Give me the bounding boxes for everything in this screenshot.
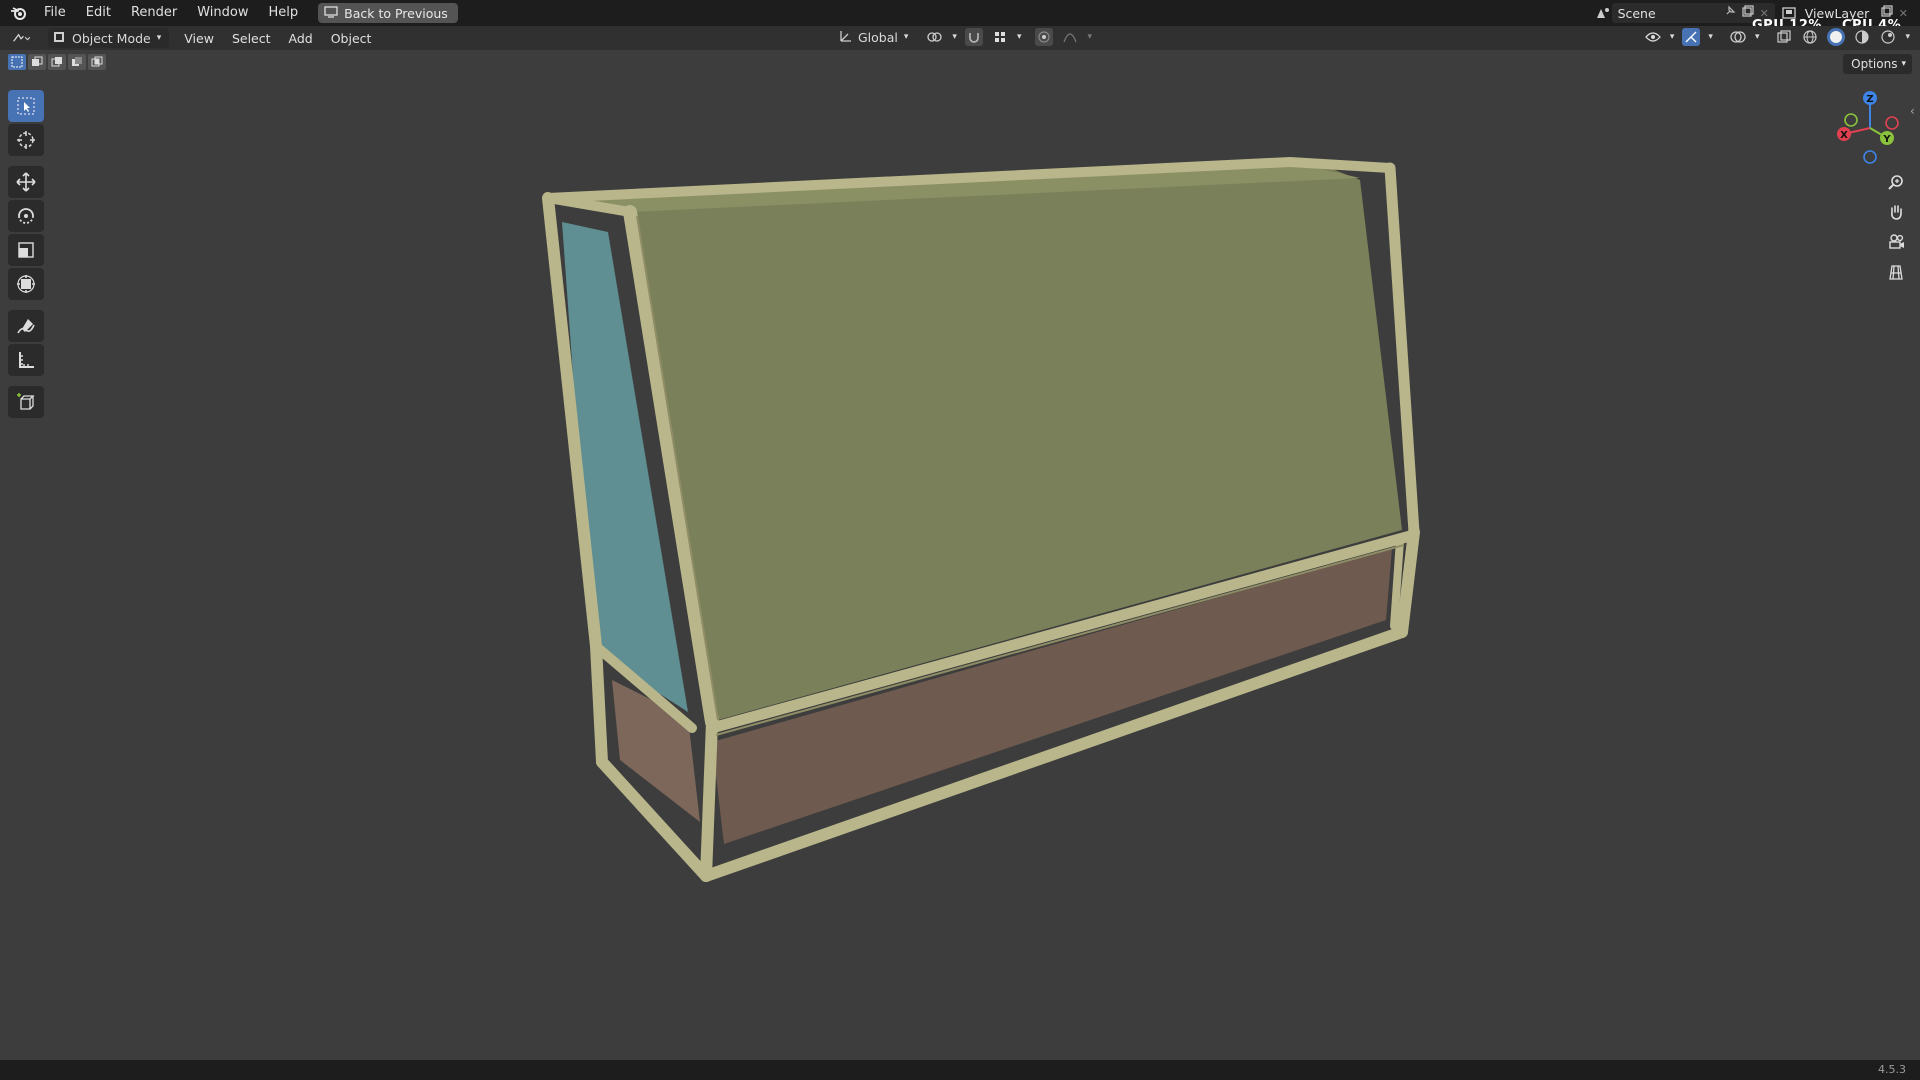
solid-shading-icon[interactable] [1827,28,1846,46]
y-axis-handle[interactable]: Y [1880,131,1894,145]
status-bar: 4.5.3 [0,1060,1920,1080]
pin-icon[interactable] [1724,5,1736,21]
chevron-down-icon: ▾ [903,32,909,42]
menu-view[interactable]: View [175,31,223,46]
viewport-display-tools: ▾ ▾ ▾ ▾ [1644,28,1910,46]
tool-shelf [8,88,48,420]
z-axis-label: Z [1866,94,1873,105]
snap-increment-icon[interactable] [991,28,1009,46]
editor-type-icon[interactable] [12,29,30,47]
visibility-icon[interactable] [1644,28,1662,46]
xray-icon[interactable] [1775,28,1793,46]
proportional-editing-icon[interactable] [1035,28,1054,46]
top-menubar: File Edit Render Window Help Back to Pre… [0,0,1920,26]
screen-icon [324,5,338,21]
z-axis-handle[interactable]: Z [1863,91,1877,105]
falloff-icon[interactable] [1061,28,1079,46]
menu-window[interactable]: Window [187,0,258,26]
rendered-shading-icon[interactable] [1879,28,1897,46]
object-mode-label: Object Mode [72,30,151,46]
chevron-down-icon: ▾ [156,33,162,43]
chevron-down-icon[interactable]: ▾ [1017,32,1022,42]
menu-edit[interactable]: Edit [76,0,121,26]
back-to-previous-label: Back to Previous [344,5,448,21]
menu-object[interactable]: Object [322,31,381,46]
y-axis-label: Y [1882,134,1891,145]
chevron-down-icon[interactable]: ▾ [1708,32,1713,42]
menu-help[interactable]: Help [259,0,309,26]
back-to-previous-button[interactable]: Back to Previous [318,3,458,23]
chevron-down-icon[interactable]: ▾ [1755,32,1760,42]
measure-tool[interactable] [8,344,44,376]
menu-select[interactable]: Select [223,31,280,46]
select-box-tool[interactable] [8,90,44,122]
object-mode-icon [52,30,66,47]
scene-type-icon[interactable] [1594,4,1612,22]
camera-view-icon[interactable] [1882,228,1910,256]
snap-icon[interactable] [964,28,983,46]
transform-orientation-dropdown[interactable]: Global ▾ [838,29,908,46]
chevron-down-icon[interactable]: ▾ [1905,32,1910,42]
transform-tool[interactable] [8,268,44,300]
orientation-icon [838,29,852,46]
x-axis-handle[interactable]: X [1837,127,1851,141]
viewport-3d[interactable] [0,50,1920,1060]
navigation-gizmo[interactable]: Z X Y [1830,88,1910,168]
annotate-tool[interactable] [8,310,44,342]
pan-hand-icon[interactable] [1882,198,1910,226]
material-preview-icon[interactable] [1853,28,1871,46]
chevron-down-icon[interactable]: ▾ [1087,32,1092,42]
zoom-icon[interactable] [1882,168,1910,196]
cursor-tool[interactable] [8,124,44,156]
scale-tool[interactable] [8,234,44,266]
add-cube-tool[interactable] [8,386,44,418]
menu-render[interactable]: Render [121,0,187,26]
pivot-point-icon[interactable] [926,28,944,46]
scene-name[interactable]: Scene [1618,6,1718,21]
blender-logo-icon[interactable] [8,3,28,23]
version-label: 4.5.3 [1878,1063,1906,1076]
perspective-grid-icon[interactable] [1882,258,1910,286]
orientation-label: Global [858,29,898,45]
chevron-down-icon[interactable]: ▾ [1670,32,1675,42]
object-mode-dropdown[interactable]: Object Mode ▾ [48,28,170,48]
sidebar-collapse-icon[interactable]: ‹ [1910,104,1915,118]
x-axis-label: X [1840,130,1848,141]
chevron-down-icon[interactable]: ▾ [952,32,957,42]
overlays-icon[interactable] [1729,28,1747,46]
move-tool[interactable] [8,166,44,198]
menu-add[interactable]: Add [280,31,322,46]
scene-selector[interactable]: Scene ✕ [1611,3,1775,23]
transform-tools: Global ▾ ▾ ▾ ▾ [838,28,1092,46]
menu-file[interactable]: File [34,0,76,26]
wireframe-shading-icon[interactable] [1801,28,1819,46]
rotate-tool[interactable] [8,200,44,232]
viewport-header: Object Mode ▾ View Select Add Object Glo… [0,26,1920,50]
gizmo-toggle-icon[interactable] [1682,28,1701,46]
